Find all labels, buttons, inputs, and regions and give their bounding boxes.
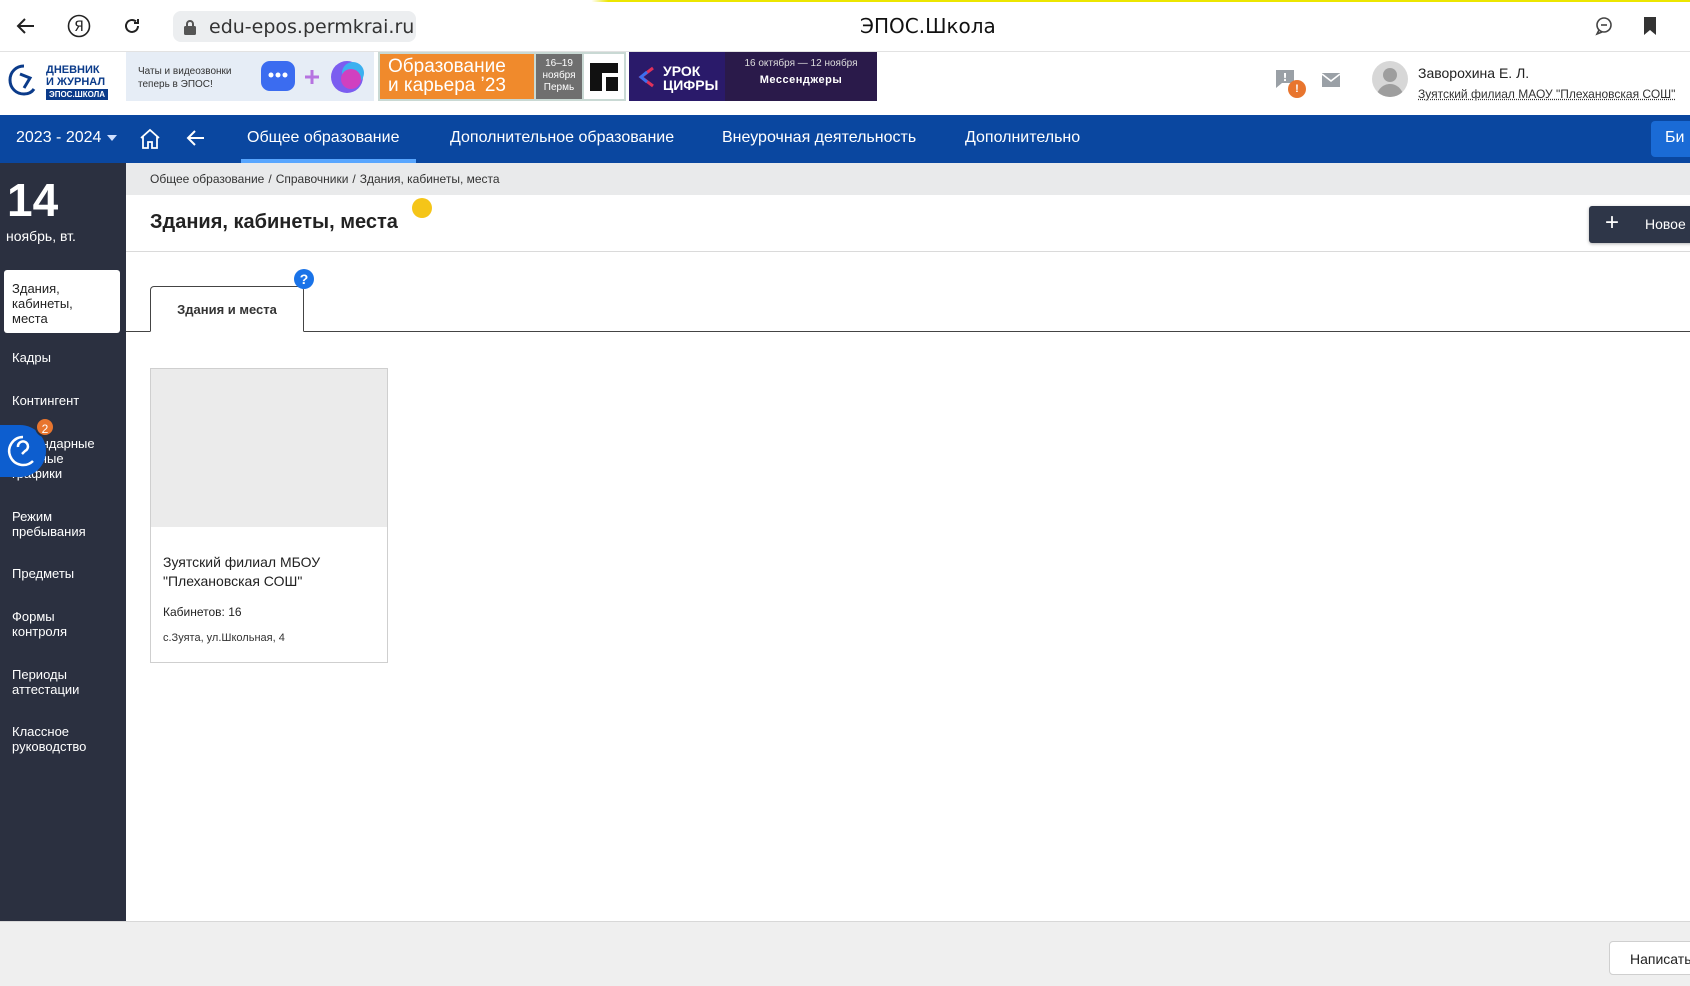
banner1-line2: теперь в ЭПОС! bbox=[138, 79, 213, 90]
nav-tab-extracurricular[interactable]: Внеурочная деятельность bbox=[722, 129, 916, 147]
banner-chats[interactable]: Чаты и видеозвонки теперь в ЭПОС! bbox=[126, 52, 374, 101]
building-card[interactable]: Зуятский филиал МБОУ "Плехановская СОШ" … bbox=[150, 368, 388, 663]
banner2-title-line2: и карьера ʼ23 bbox=[388, 75, 506, 96]
sidebar-item-buildings[interactable]: Здания, кабинеты, места bbox=[4, 270, 120, 333]
banner2-date-line3: Пермь bbox=[543, 82, 575, 93]
logo-line1: ДНЕВНИК bbox=[46, 64, 100, 76]
yandex-icon[interactable]: Я bbox=[63, 10, 95, 42]
reload-icon[interactable] bbox=[116, 10, 148, 42]
notifications-icon[interactable]: ! ! bbox=[1274, 68, 1306, 98]
status-dot-icon bbox=[412, 198, 432, 218]
browser-load-line bbox=[0, 0, 1690, 2]
avatar[interactable] bbox=[1372, 61, 1408, 97]
notification-badge: ! bbox=[1288, 80, 1306, 98]
year-value: 2023 - 2024 bbox=[16, 129, 102, 146]
tab-strip-line bbox=[126, 331, 1690, 332]
sidebar-item-attestation-periods[interactable]: Периоды аттестации bbox=[12, 667, 92, 697]
year-selector[interactable]: 2023 - 2024 bbox=[16, 129, 118, 147]
sidebar-item-control-forms[interactable]: Формы контроля bbox=[12, 609, 92, 639]
building-name: Зуятский филиал МБОУ "Плехановская СОШ" bbox=[163, 554, 321, 589]
sidebar-item-subjects[interactable]: Предметы bbox=[12, 566, 74, 581]
banner3-topic: Мессенджеры bbox=[759, 74, 843, 86]
banner2-title-line1: Образование bbox=[388, 56, 506, 77]
chat-bubble-logo-icon bbox=[261, 61, 364, 93]
back-arrow-icon[interactable] bbox=[186, 129, 206, 152]
banner-education-career[interactable]: Образование и карьера ʼ23 16–19 ноября П… bbox=[378, 52, 626, 101]
banner2-date-line1: 16–19 bbox=[545, 58, 573, 69]
site-header: ДНЕВНИК И ЖУРНАЛ ЭПОС.ШКОЛА Чаты и видео… bbox=[0, 52, 1690, 115]
user-organization[interactable]: Зуятский филиал МАОУ "Плехановская СОШ" bbox=[1418, 87, 1675, 101]
chat-count-badge: 2 bbox=[35, 417, 55, 437]
breadcrumb: Общее образование / Справочники / Здания, ка… bbox=[150, 172, 500, 186]
browser-toolbar: Я edu-epos.permkrai.ru ЭПОС.Школа bbox=[0, 0, 1690, 52]
title-divider bbox=[126, 251, 1690, 252]
address-bar[interactable]: edu-epos.permkrai.ru bbox=[173, 11, 416, 42]
footer: Написать bbox=[0, 921, 1690, 986]
nav-tab-additional[interactable]: Дополнительно bbox=[965, 129, 1080, 147]
banner-urok-cifry[interactable]: УРОК ЦИФРЫ 16 октября — 12 ноября Мессен… bbox=[629, 52, 877, 101]
logo-emblem-icon bbox=[8, 64, 36, 96]
home-icon[interactable] bbox=[138, 127, 162, 156]
date-month-weekday: ноябрь, вт. bbox=[6, 228, 76, 244]
chat-bubble-icon[interactable] bbox=[1588, 10, 1620, 42]
breadcrumb-item: Здания, кабинеты, места bbox=[359, 172, 500, 186]
caret-down-icon bbox=[107, 134, 118, 141]
mail-icon[interactable] bbox=[1321, 72, 1341, 93]
chat-logo-icon bbox=[7, 435, 34, 467]
banner1-line1: Чаты и видеозвонки bbox=[138, 66, 232, 77]
sidebar-item-stay-mode[interactable]: Режим пребывания bbox=[12, 509, 102, 539]
browser-page-title: ЭПОС.Школа bbox=[860, 14, 996, 38]
nav-tab-general-education[interactable]: Общее образование bbox=[247, 129, 399, 147]
breadcrumb-item[interactable]: Общее образование bbox=[150, 172, 264, 186]
sidebar-item-class-management[interactable]: Классное руководство bbox=[12, 724, 112, 754]
write-button[interactable]: Написать bbox=[1609, 941, 1690, 975]
tab-buildings-and-places[interactable]: Здания и места bbox=[150, 286, 304, 332]
nav-right-button[interactable]: Би bbox=[1651, 121, 1690, 157]
chevron-logo-icon bbox=[638, 66, 654, 88]
date-day: 14 bbox=[7, 174, 59, 226]
logo[interactable]: ДНЕВНИК И ЖУРНАЛ ЭПОС.ШКОЛА bbox=[6, 59, 118, 105]
sidebar-item-contingent[interactable]: Контингент bbox=[12, 393, 79, 408]
plus-icon: + bbox=[1605, 209, 1620, 236]
sidebar: 14 ноябрь, вт. Здания, кабинеты, места К… bbox=[0, 163, 126, 921]
banner2-date-line2: ноября bbox=[542, 70, 576, 81]
address-url[interactable]: edu-epos.permkrai.ru bbox=[209, 16, 414, 38]
banner3-line2: ЦИФРЫ bbox=[663, 77, 719, 93]
banner2-mark-icon bbox=[584, 54, 624, 99]
help-icon[interactable]: ? bbox=[294, 269, 314, 289]
sidebar-item-staff[interactable]: Кадры bbox=[12, 350, 51, 365]
back-arrow-icon[interactable] bbox=[10, 10, 42, 42]
breadcrumb-item[interactable]: Справочники bbox=[276, 172, 349, 186]
building-room-count: Кабинетов: 16 bbox=[163, 605, 242, 619]
page-title: Здания, кабинеты, места bbox=[150, 211, 398, 233]
user-name[interactable]: Заворохина Е. Л. bbox=[1418, 65, 1529, 81]
main-navigation: 2023 - 2024 Общее образование Дополнител… bbox=[0, 115, 1690, 163]
bookmark-icon[interactable] bbox=[1634, 10, 1666, 42]
banner3-line1: УРОК bbox=[663, 63, 701, 79]
logo-line3: ЭПОС.ШКОЛА bbox=[46, 89, 108, 100]
breadcrumb-bar: Общее образование / Справочники / Здания, ка… bbox=[126, 163, 1690, 195]
svg-text:!: ! bbox=[1282, 71, 1287, 84]
nav-tab-additional-education[interactable]: Дополнительное образование bbox=[450, 129, 674, 147]
svg-text:Я: Я bbox=[74, 19, 84, 35]
banner3-dates: 16 октября — 12 ноября bbox=[744, 58, 858, 69]
building-image-placeholder bbox=[151, 369, 387, 527]
building-address: с.Зуята, ул.Школьная, 4 bbox=[163, 632, 285, 644]
logo-line2: И ЖУРНАЛ bbox=[46, 76, 106, 88]
lock-icon bbox=[184, 19, 196, 35]
new-button-label: Новое bbox=[1645, 216, 1686, 232]
new-button[interactable]: + Новое bbox=[1589, 206, 1690, 243]
